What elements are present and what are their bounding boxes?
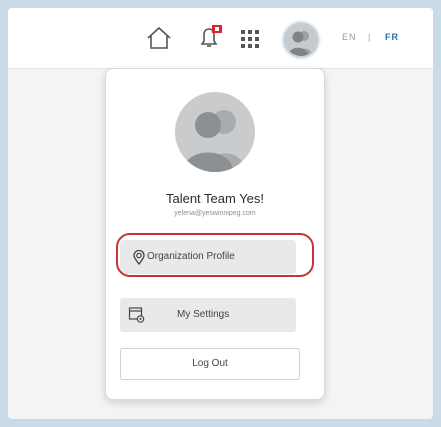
my-settings-button[interactable]: My Settings xyxy=(120,298,296,332)
profile-avatar xyxy=(175,92,255,172)
organization-profile-label: Organization Profile xyxy=(147,251,235,262)
organization-profile-button[interactable]: Organization Profile xyxy=(120,240,296,274)
app-frame: EN | FR Talent Team Yes! yelena@yeswinni… xyxy=(8,8,433,419)
my-settings-label: My Settings xyxy=(177,309,230,320)
user-name: Talent Team Yes! xyxy=(165,191,265,206)
log-out-button[interactable]: Log Out xyxy=(120,348,300,380)
user-email: yelena@yeswinnipeg.com xyxy=(174,210,256,217)
top-navigation-bar: EN | FR xyxy=(8,8,433,69)
user-menu-dropdown: Talent Team Yes! yelena@yeswinnipeg.com … xyxy=(105,68,325,400)
home-icon[interactable] xyxy=(146,26,172,50)
user-avatar-button[interactable] xyxy=(283,22,319,58)
notification-bell-icon[interactable] xyxy=(196,24,226,50)
settings-icon xyxy=(128,306,146,324)
language-fr-link[interactable]: FR xyxy=(385,32,399,42)
organization-profile-icon xyxy=(131,249,147,266)
apps-grid-icon[interactable] xyxy=(240,29,260,49)
language-separator: | xyxy=(368,32,372,42)
language-en-link[interactable]: EN xyxy=(342,32,357,42)
